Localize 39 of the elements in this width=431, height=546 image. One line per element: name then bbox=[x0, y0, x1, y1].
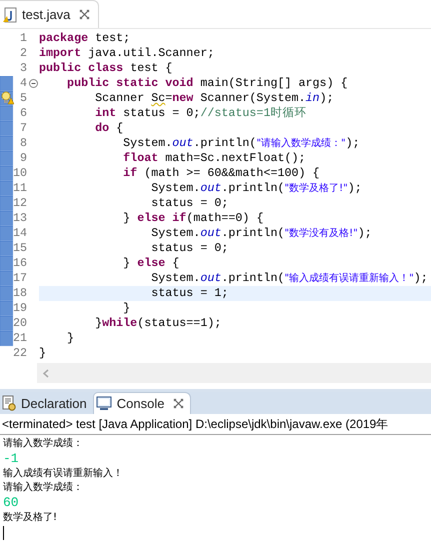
code-line: do { bbox=[94, 121, 124, 136]
code-line: import java.util.Scanner; bbox=[39, 46, 216, 61]
code-line: public static void main(String[] args) { bbox=[66, 76, 349, 91]
code-line: } bbox=[39, 346, 48, 361]
code-line: int status = 0;//status=1时循环 bbox=[94, 106, 308, 121]
code-line: } bbox=[122, 301, 132, 316]
console-input-text: 60 bbox=[3, 495, 19, 511]
code-line: System.out.println("数学没有及格!"); bbox=[150, 226, 373, 241]
document-icon bbox=[2, 395, 16, 411]
console-output-text: 请输入数学成绩： bbox=[3, 437, 83, 451]
console-input-text: -1 bbox=[3, 451, 19, 467]
code-line: } bbox=[66, 331, 76, 346]
view-tab[interactable]: Declaration bbox=[0, 392, 93, 414]
code-line: } else if(math==0) { bbox=[122, 211, 264, 226]
code-line: status = 0; bbox=[150, 196, 230, 211]
view-tab[interactable]: Console bbox=[92, 392, 192, 414]
code-line: } else { bbox=[122, 256, 180, 271]
code-line: }while(status==1); bbox=[94, 316, 222, 331]
code-line: status = 0; bbox=[150, 241, 230, 256]
console-output-text: 数学及格了! bbox=[3, 511, 58, 525]
monitor-icon bbox=[96, 396, 112, 411]
collapse-icon[interactable] bbox=[28, 79, 38, 88]
close-icon[interactable] bbox=[173, 398, 184, 409]
code-line: public class test { bbox=[39, 61, 174, 76]
text-cursor bbox=[3, 526, 4, 540]
code-line: System.out.println("数学及格了!"); bbox=[150, 181, 363, 196]
code-line: package test; bbox=[39, 31, 132, 46]
code-line: Scanner Sc=new Scanner(System.in); bbox=[94, 91, 335, 106]
editor-tab[interactable]: test.java bbox=[0, 0, 100, 28]
code-line: System.out.println("输入成绩有误请重新输入！"); bbox=[150, 271, 429, 286]
horizontal-scrollbar[interactable] bbox=[37, 363, 431, 383]
code-line: if (math >= 60&&math<=100) { bbox=[122, 166, 321, 181]
console-header: <terminated> test [Java Application] D:\eclipse\jdk\bin\javaw.exe (2019年 bbox=[1, 416, 390, 433]
java-file-icon bbox=[3, 6, 17, 22]
console-output-text: 输入成绩有误请重新输入！ bbox=[3, 467, 123, 481]
code-line: System.out.println("请输入数学成绩："); bbox=[122, 136, 361, 151]
code-line: float math=Sc.nextFloat(); bbox=[122, 151, 307, 166]
console-output-text: 请输入数学成绩： bbox=[3, 481, 83, 495]
close-icon[interactable] bbox=[79, 9, 90, 20]
